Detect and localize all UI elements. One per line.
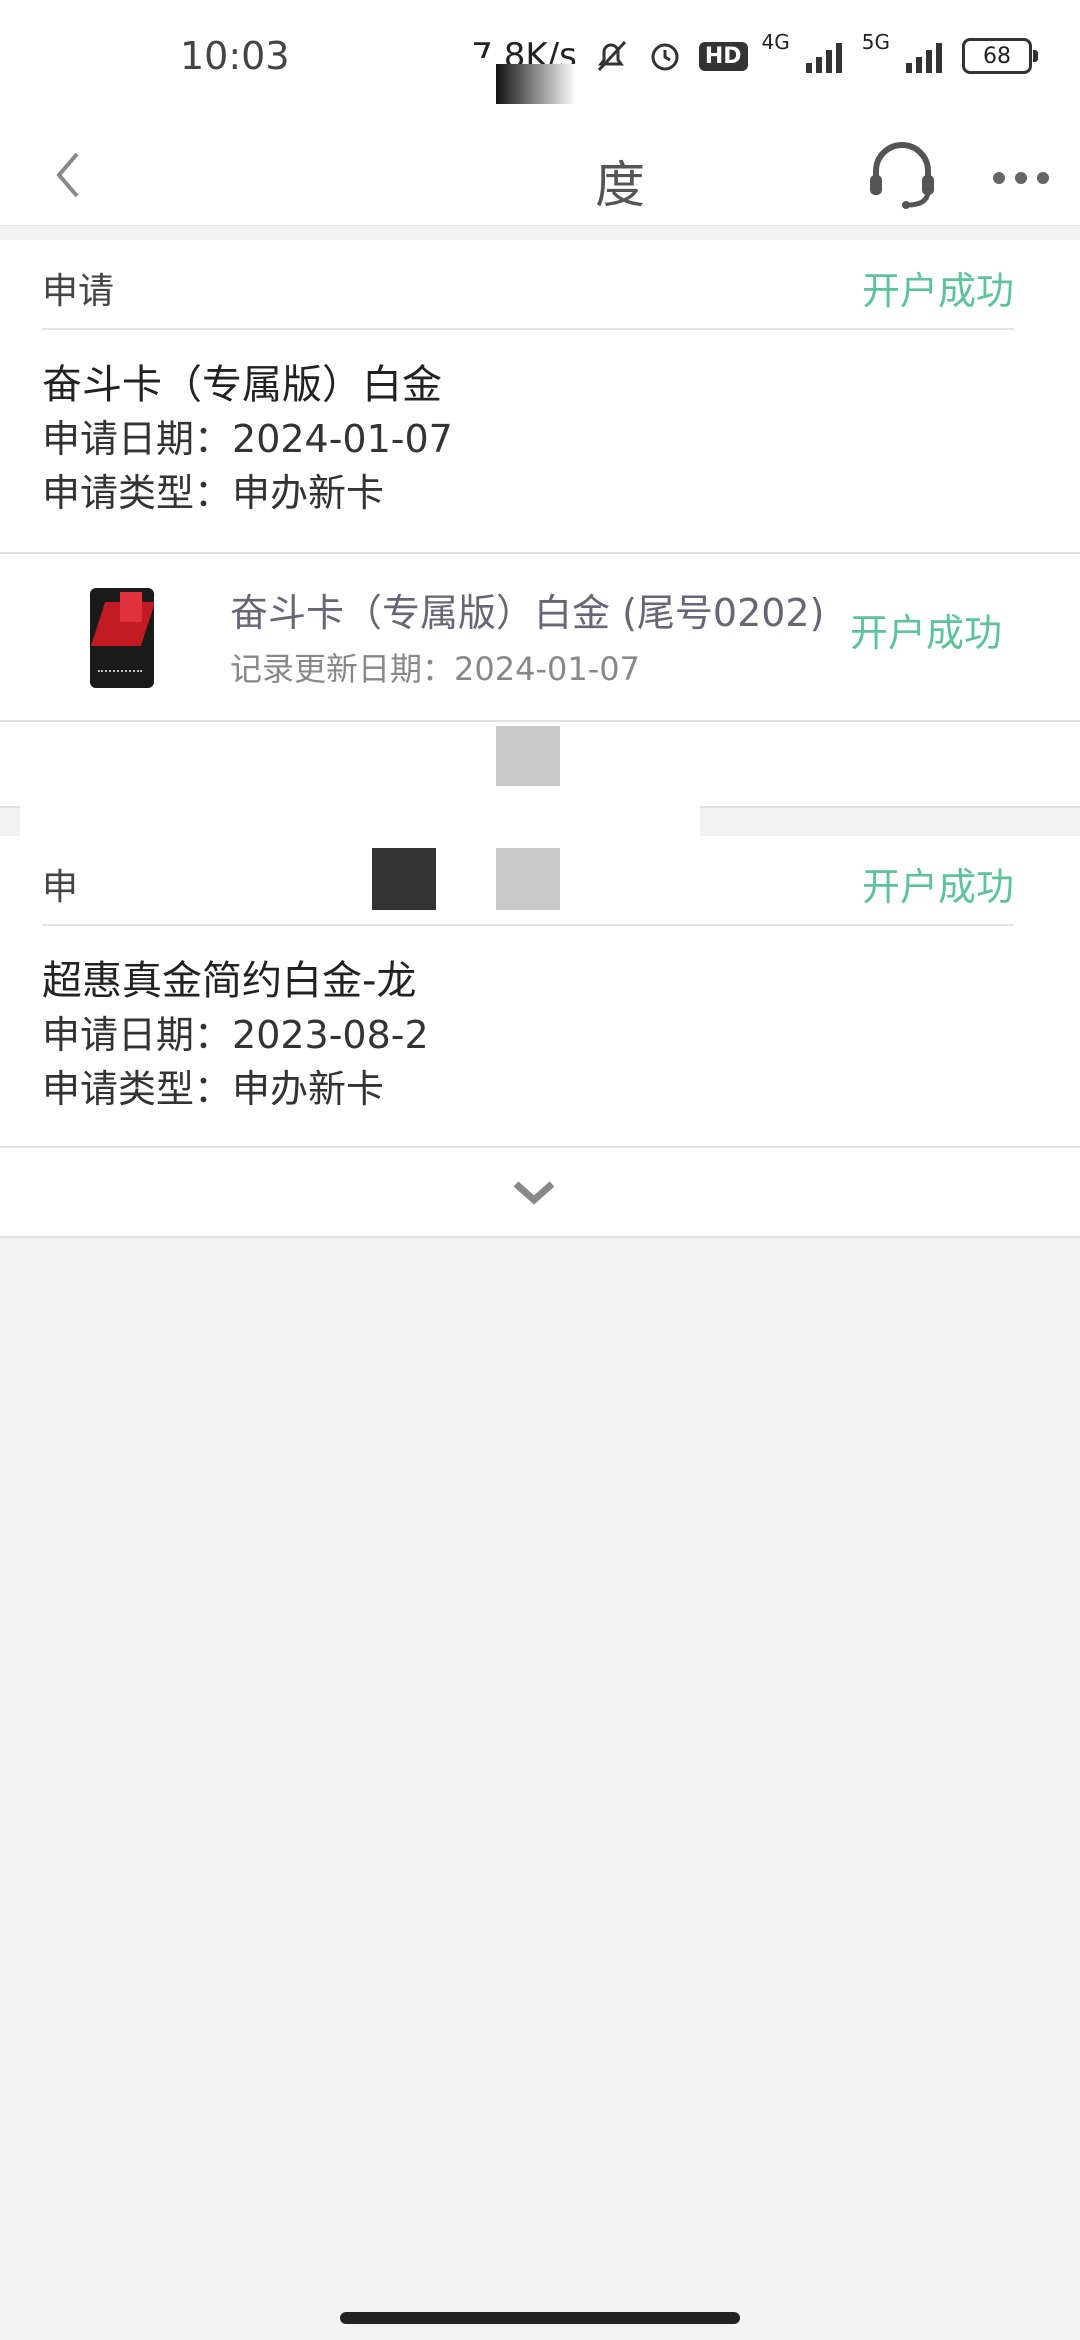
net-4g-label: 4G <box>761 30 790 54</box>
apply-type-label: 申请类型： <box>42 1067 233 1111</box>
redaction-mask <box>124 254 664 314</box>
redaction-block <box>372 848 436 910</box>
signal-icon <box>804 39 848 73</box>
mute-icon <box>591 36 631 76</box>
apply-type-value: 申办新卡 <box>232 1067 385 1111</box>
redaction-block <box>300 58 500 104</box>
page-title-text: 度 <box>595 156 645 214</box>
detail-card-title: 奋斗卡（专属版）白金 (尾号0202) <box>230 591 825 635</box>
apply-date-value: 2024-01-07 <box>232 417 453 461</box>
status-bar: 10:03 7.8K/s HD 4G 5G 68 <box>0 0 1080 125</box>
card-art-accent <box>120 592 142 622</box>
apply-date-label: 申请日期： <box>42 417 233 461</box>
apply-date-label: 申请日期： <box>42 1013 233 1057</box>
update-date-value: 2024-01-07 <box>454 650 640 688</box>
apply-date-row: 申请日期：2024-01-07 <box>42 412 1038 466</box>
application-number-label: 申请 <box>42 271 115 312</box>
card-head: 申请 开户成功 <box>42 240 1014 330</box>
detail-update-date: 记录更新日期：2024-01-07 <box>230 644 640 690</box>
redaction-block <box>430 950 630 1006</box>
app-root: 10:03 7.8K/s HD 4G 5G 68 度 申请 开户成功 奋斗卡（专… <box>0 0 1080 2340</box>
alarm-icon <box>645 36 685 76</box>
customer-service-button[interactable] <box>858 131 946 219</box>
apply-type-label: 申请类型： <box>42 471 233 515</box>
redaction-block <box>496 726 560 786</box>
apply-type-row: 申请类型：申办新卡 <box>42 466 1038 520</box>
title-redaction <box>435 160 605 217</box>
application-number-label: 申 <box>42 867 79 908</box>
battery-icon: 68 <box>962 38 1038 74</box>
card-art-dots <box>98 670 142 678</box>
signal-icon-2 <box>904 39 948 73</box>
apply-date-value: 2023-08-2 <box>232 1013 429 1057</box>
nav-bar: 度 <box>0 125 1080 226</box>
apply-type-row: 申请类型：申办新卡 <box>42 1062 1038 1116</box>
status-time: 10:03 <box>180 34 290 78</box>
redaction-block <box>496 64 576 104</box>
expand-row[interactable] <box>0 1146 1080 1238</box>
status-badge: 开户成功 <box>861 269 1014 313</box>
update-date-label: 记录更新日期： <box>230 650 455 688</box>
net-5g-label: 5G <box>861 30 890 54</box>
headset-icon <box>870 142 934 209</box>
more-button[interactable] <box>986 143 1056 213</box>
detail-status-badge: 开户成功 <box>850 611 1003 655</box>
more-dots-icon <box>993 172 1049 184</box>
card-detail-row[interactable]: 奋斗卡（专属版）白金 (尾号0202) 记录更新日期：2024-01-07 开户… <box>0 554 1080 722</box>
chevron-down-icon <box>513 1181 555 1205</box>
redaction-block <box>20 786 700 842</box>
redaction-block <box>458 330 618 410</box>
battery-level: 68 <box>983 43 1011 69</box>
home-indicator[interactable] <box>340 2312 740 2324</box>
card-thumbnail <box>90 588 154 688</box>
status-badge: 开户成功 <box>861 865 1014 909</box>
apply-date-row: 申请日期：2023-08-2 <box>42 1008 1038 1062</box>
apply-type-value: 申办新卡 <box>232 471 385 515</box>
hd-badge: HD <box>698 41 748 71</box>
redaction-block <box>496 848 560 910</box>
expand-button[interactable] <box>508 1166 560 1218</box>
